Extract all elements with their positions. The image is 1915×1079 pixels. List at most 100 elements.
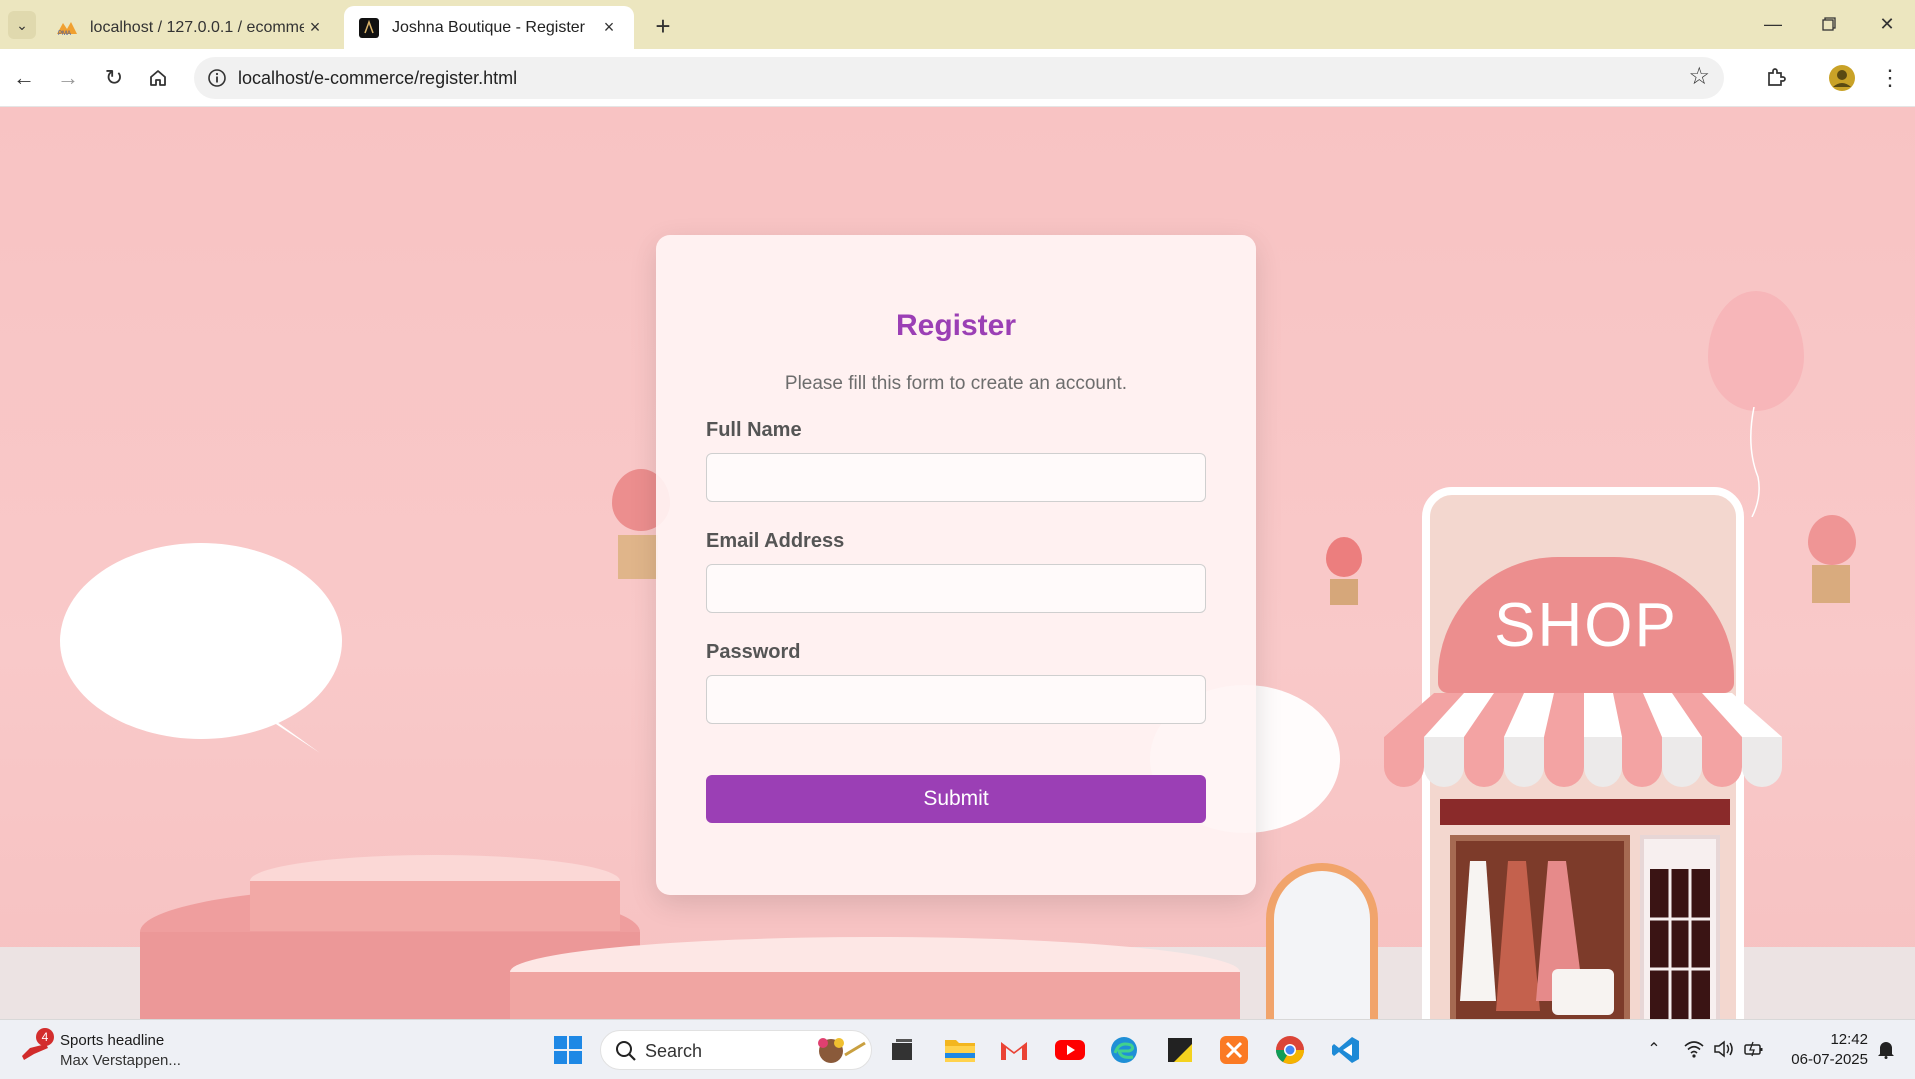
xampp-icon [1220, 1036, 1248, 1064]
folder-icon [945, 1040, 975, 1062]
tab-phpmyadmin[interactable]: PMA localhost / 127.0.0.1 / ecommer × [42, 6, 340, 49]
file-explorer-button[interactable] [940, 1030, 980, 1070]
notification-badge: 4 [36, 1028, 54, 1046]
show-hidden-icons-button[interactable]: ⌃ [1640, 1034, 1668, 1064]
taskbar-search[interactable]: Search [600, 1030, 872, 1070]
youtube-icon [1055, 1040, 1085, 1060]
avatar [1829, 65, 1855, 91]
close-tab-icon[interactable]: × [304, 17, 326, 39]
system-clock[interactable]: 12:42 06-07-2025 [1780, 1030, 1868, 1070]
edge-icon [1111, 1037, 1137, 1063]
edge-button[interactable] [1104, 1030, 1144, 1070]
tab-search-dropdown[interactable]: ⌄ [8, 11, 36, 39]
page-title: Register [895, 309, 1017, 342]
news-subtitle: Max Verstappen... [60, 1052, 181, 1069]
vscode-button[interactable] [1326, 1030, 1366, 1070]
email-label: Email Address [706, 530, 845, 552]
menu-button[interactable]: ⋮ [1872, 61, 1908, 95]
clock-date: 06-07-2025 [1791, 1051, 1868, 1068]
password-field[interactable] [706, 675, 1206, 724]
volume-icon[interactable] [1710, 1034, 1738, 1064]
hot-air-balloon-mid [1326, 537, 1362, 577]
balloon-decoration [1708, 291, 1804, 411]
svg-text:PMA: PMA [58, 31, 71, 36]
forward-button[interactable]: → [50, 61, 86, 95]
shop-door [1640, 835, 1720, 1019]
browser-tab-bar: ⌄ PMA localhost / 127.0.0.1 / ecommer × … [0, 0, 1915, 49]
xampp-button[interactable] [1214, 1030, 1254, 1070]
full-name-field[interactable] [706, 453, 1206, 502]
more-vertical-icon: ⋮ [1879, 65, 1901, 90]
bell-icon [1878, 1042, 1894, 1059]
profile-button[interactable] [1824, 61, 1860, 95]
gmail-button[interactable] [994, 1030, 1034, 1070]
task-view-icon [892, 1039, 912, 1060]
search-icon [616, 1041, 636, 1061]
vscode-icon [1332, 1037, 1359, 1063]
plus-icon: + [655, 10, 671, 41]
start-button[interactable] [548, 1030, 588, 1070]
clock-time: 12:42 [1830, 1031, 1868, 1048]
tab-title: localhost / 127.0.0.1 / ecommer [90, 18, 304, 36]
address-bar[interactable]: localhost/e-commerce/register.html ☆ [194, 57, 1724, 99]
form-subtitle: Please fill this form to create an accou… [784, 373, 1128, 394]
site-info-icon[interactable] [202, 63, 232, 93]
sticky-notes-button[interactable] [1160, 1030, 1200, 1070]
tab-title: Joshna Boutique - Register [392, 18, 585, 36]
reload-button[interactable]: ↻ [96, 61, 132, 95]
task-view-button[interactable] [882, 1030, 922, 1070]
arrow-left-icon: ← [13, 65, 35, 90]
notification-center-button[interactable] [1872, 1034, 1900, 1064]
youtube-button[interactable] [1050, 1030, 1090, 1070]
puzzle-icon [1768, 68, 1786, 86]
tab-register[interactable]: Joshna Boutique - Register × [344, 6, 634, 49]
close-window-button[interactable]: ✕ [1862, 8, 1912, 40]
windows-logo-icon [554, 1036, 582, 1064]
page-background: SHOP Register Please fill this form to c… [0, 107, 1915, 1019]
submit-button[interactable]: Submit [706, 775, 1206, 823]
email-field[interactable] [706, 564, 1206, 613]
browser-toolbar: ← → ↻ localhost/e-commerce/register.html… [0, 49, 1915, 107]
shop-beam [1440, 799, 1730, 825]
shop-sign-text: SHOP [1494, 590, 1678, 660]
chevron-down-icon: ⌄ [16, 16, 28, 33]
extensions-button[interactable] [1758, 61, 1794, 95]
battery-icon[interactable] [1740, 1034, 1768, 1064]
url-text: localhost/e-commerce/register.html [238, 68, 518, 88]
news-widget[interactable]: 4 Sports headline Max Verstappen... [18, 1028, 208, 1072]
back-button[interactable]: ← [6, 61, 42, 95]
podium-top-body [250, 881, 620, 931]
full-name-label: Full Name [706, 419, 802, 441]
hot-air-balloon-right [1808, 515, 1856, 565]
balloon-string [1750, 407, 1760, 517]
gmail-icon [1001, 1042, 1027, 1060]
chevron-up-icon: ⌃ [1647, 1041, 1661, 1058]
gift-box-left [618, 535, 658, 579]
wifi-icon[interactable] [1680, 1034, 1708, 1064]
close-tab-icon[interactable]: × [598, 17, 620, 39]
restore-icon [1822, 17, 1836, 31]
restore-button[interactable] [1804, 8, 1854, 40]
minimize-icon: — [1764, 13, 1782, 34]
shop-awning [1384, 693, 1782, 787]
minimize-button[interactable]: — [1748, 8, 1798, 40]
bookmark-star-icon[interactable]: ☆ [1688, 62, 1710, 91]
chrome-button[interactable] [1270, 1030, 1310, 1070]
news-headline: Sports headline [60, 1032, 165, 1049]
password-label: Password [706, 641, 801, 663]
sticky-notes-icon [1168, 1038, 1192, 1062]
reload-icon: ↻ [104, 65, 124, 90]
speech-bubble-tail [250, 707, 320, 753]
arrow-right-icon: → [57, 65, 79, 90]
new-tab-button[interactable]: + [648, 11, 678, 41]
gift-box-right [1812, 565, 1850, 603]
windows-taskbar: 4 Sports headline Max Verstappen... Sear… [0, 1019, 1915, 1079]
register-card: Register Please fill this form to create… [656, 235, 1256, 895]
boutique-icon [358, 17, 380, 39]
home-button[interactable] [140, 61, 176, 95]
close-icon: ✕ [1879, 13, 1895, 34]
search-label: Search [645, 1041, 703, 1061]
home-icon [150, 70, 166, 86]
chrome-icon [1276, 1036, 1304, 1064]
phpmyadmin-icon: PMA [56, 17, 78, 39]
